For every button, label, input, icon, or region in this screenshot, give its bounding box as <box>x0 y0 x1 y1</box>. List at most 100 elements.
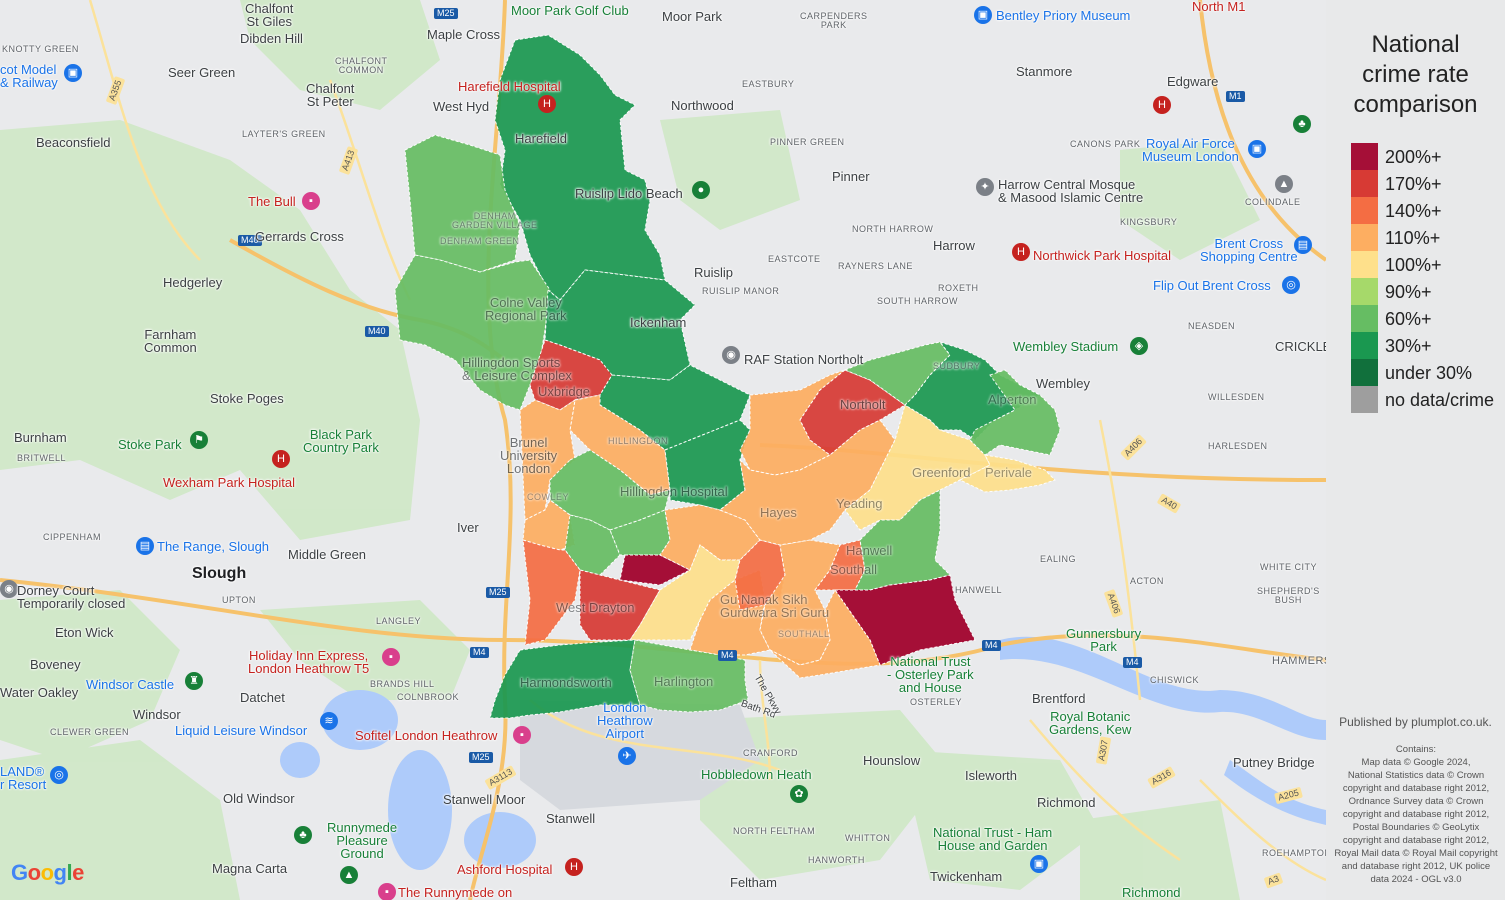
poi-label[interactable]: The Range, Slough <box>157 540 269 553</box>
poi-label[interactable]: North M1 <box>1192 0 1245 13</box>
legend-label: 200%+ <box>1385 147 1442 167</box>
museum-icon[interactable]: ▣ <box>1248 140 1266 158</box>
location-pin-icon[interactable]: ◉ <box>722 346 740 364</box>
road-shield-m4: M4 <box>982 640 1001 651</box>
poi-label[interactable]: London Heathrow Airport <box>597 701 653 740</box>
place-label: Datchet <box>240 690 285 705</box>
google-logo: Google <box>11 860 84 885</box>
place-label: Harrow <box>933 238 975 253</box>
poi-label[interactable]: Gu Nanak Sikh Gurdwara Sri Guru <box>720 593 829 619</box>
castle-icon[interactable]: ♜ <box>185 672 203 690</box>
location-pin-icon[interactable]: ◉ <box>0 580 18 598</box>
place-label: DENHAM GARDEN VILLAGE <box>452 211 538 230</box>
park-icon[interactable]: ♣ <box>294 826 312 844</box>
place-label: ROXETH <box>938 283 979 293</box>
hospital-icon[interactable]: H <box>1012 243 1030 261</box>
place-label: Northolt <box>840 397 886 412</box>
place-label: Isleworth <box>965 768 1018 783</box>
school-icon[interactable]: ▲ <box>1275 175 1293 193</box>
place-label: EASTCOTE <box>768 254 821 264</box>
shopping-icon[interactable]: ▤ <box>136 537 154 555</box>
poi-label[interactable]: Wexham Park Hospital <box>163 476 295 489</box>
golf-icon[interactable]: ⚑ <box>190 431 208 449</box>
place-label: CRICKLE <box>1275 339 1326 354</box>
poi-label[interactable]: Windsor Castle <box>86 678 174 691</box>
poi-label[interactable]: Royal Botanic Gardens, Kew <box>1049 710 1131 736</box>
hotel-icon[interactable]: ▪ <box>382 648 400 666</box>
museum-icon[interactable]: ▣ <box>974 6 992 24</box>
poi-label[interactable]: Hobbledown Heath <box>701 768 812 781</box>
poi-label[interactable]: Dorney Court Temporarily closed <box>17 584 125 610</box>
poi-label[interactable]: cot Model & Railway <box>0 63 58 89</box>
poi-label[interactable]: LAND® r Resort <box>0 765 46 791</box>
poi-label[interactable]: Stoke Park <box>118 438 182 451</box>
place-label: Chalfont St Peter <box>306 81 355 109</box>
hospital-icon[interactable]: H <box>538 95 556 113</box>
poi-label[interactable]: The Bull <box>248 195 296 208</box>
poi-label[interactable]: Wembley Stadium <box>1013 340 1118 353</box>
poi-label[interactable]: Bentley Priory Museum <box>996 9 1130 22</box>
farm-icon[interactable]: ✿ <box>790 785 808 803</box>
legend-swatch <box>1351 332 1378 359</box>
poi-label[interactable]: The Runnymede on <box>398 886 512 899</box>
airport-icon[interactable]: ✈ <box>618 747 636 765</box>
activity-icon[interactable]: ◎ <box>1282 276 1300 294</box>
poi-label[interactable]: National Trust - Ham House and Garden <box>933 826 1052 852</box>
hotel-icon[interactable]: ▪ <box>378 883 396 900</box>
place-label: EALING <box>1040 554 1077 564</box>
poi-label[interactable]: National Trust - Osterley Park and House <box>887 655 974 694</box>
poi-label[interactable]: Hillingdon Hospital <box>620 485 728 498</box>
poi-label[interactable]: Royal Air Force Museum London <box>1142 137 1239 163</box>
poi-label[interactable]: Richmond <box>1122 886 1181 899</box>
hospital-icon[interactable]: H <box>1153 96 1171 114</box>
legend-title-line: comparison <box>1353 91 1478 118</box>
museum-icon[interactable]: ▣ <box>1030 855 1048 873</box>
poi-label[interactable]: Northwick Park Hospital <box>1033 249 1171 262</box>
poi-label[interactable]: RAF Station Northolt <box>744 353 863 366</box>
place-label: Perivale <box>985 465 1032 480</box>
place-label: Ruislip <box>694 265 734 280</box>
poi-label[interactable]: Flip Out Brent Cross <box>1153 279 1271 292</box>
activity-icon[interactable]: ≋ <box>320 712 338 730</box>
hotel-icon[interactable]: ▪ <box>302 192 320 210</box>
poi-label[interactable]: Sofitel London Heathrow <box>355 729 497 742</box>
legend-swatch <box>1351 305 1378 332</box>
place-label[interactable]: Ruislip Lido Beach <box>575 187 683 200</box>
poi-label[interactable]: Harrow Central Mosque & Masood Islamic C… <box>998 178 1143 204</box>
theme-park-icon[interactable]: ◎ <box>50 766 68 784</box>
mosque-icon[interactable]: ✦ <box>976 178 994 196</box>
poi-label[interactable]: Ashford Hospital <box>457 863 552 876</box>
place-label: NORTH HARROW <box>852 224 934 234</box>
legend-item: under 30% <box>1351 359 1505 386</box>
place-label: Brentford <box>1032 691 1086 706</box>
park-icon[interactable]: ♣ <box>1293 115 1311 133</box>
place-label: BRITWELL <box>17 453 67 463</box>
legend-swatch <box>1351 170 1378 197</box>
place-label: BRANDS HILL <box>370 679 435 689</box>
place-label: KNOTTY GREEN <box>2 44 79 54</box>
poi-label[interactable]: Moor Park Golf Club <box>511 4 629 17</box>
poi-label[interactable]: Black Park Country Park <box>303 428 379 454</box>
museum-icon[interactable]: ▣ <box>64 64 82 82</box>
hotel-icon[interactable]: ▪ <box>513 726 531 744</box>
poi-label[interactable]: Harefield Hospital <box>458 80 561 93</box>
legend-label: 110%+ <box>1385 228 1441 248</box>
stadium-icon[interactable]: ◈ <box>1130 337 1148 355</box>
memorial-icon[interactable]: ▲ <box>340 866 358 884</box>
place-label: COLINDALE <box>1245 197 1301 207</box>
hospital-icon[interactable]: H <box>565 858 583 876</box>
place-label: PINNER GREEN <box>770 137 845 147</box>
map-area[interactable]: M25 A355 A413 M40 M40 M25 M4 M4 M4 M4 M2… <box>0 0 1326 900</box>
poi-label[interactable]: Gunnersbury Park <box>1066 627 1141 653</box>
place-label: ROEHAMPTON <box>1262 848 1326 858</box>
shopping-icon[interactable]: ▤ <box>1294 236 1312 254</box>
poi-label[interactable]: Hillingdon Sports & Leisure Complex <box>462 356 572 382</box>
place-label: Harefield <box>515 131 568 146</box>
poi-label[interactable]: Holiday Inn Express, London Heathrow T5 <box>248 649 369 675</box>
hospital-icon[interactable]: H <box>272 450 290 468</box>
poi-label[interactable]: Liquid Leisure Windsor <box>175 724 307 737</box>
park-icon[interactable]: ● <box>692 181 710 199</box>
poi-label[interactable]: Brent Cross Shopping Centre <box>1200 237 1298 263</box>
place-label: CHALFONT COMMON <box>335 56 388 75</box>
poi-label[interactable]: Runnymede Pleasure Ground <box>327 821 397 860</box>
